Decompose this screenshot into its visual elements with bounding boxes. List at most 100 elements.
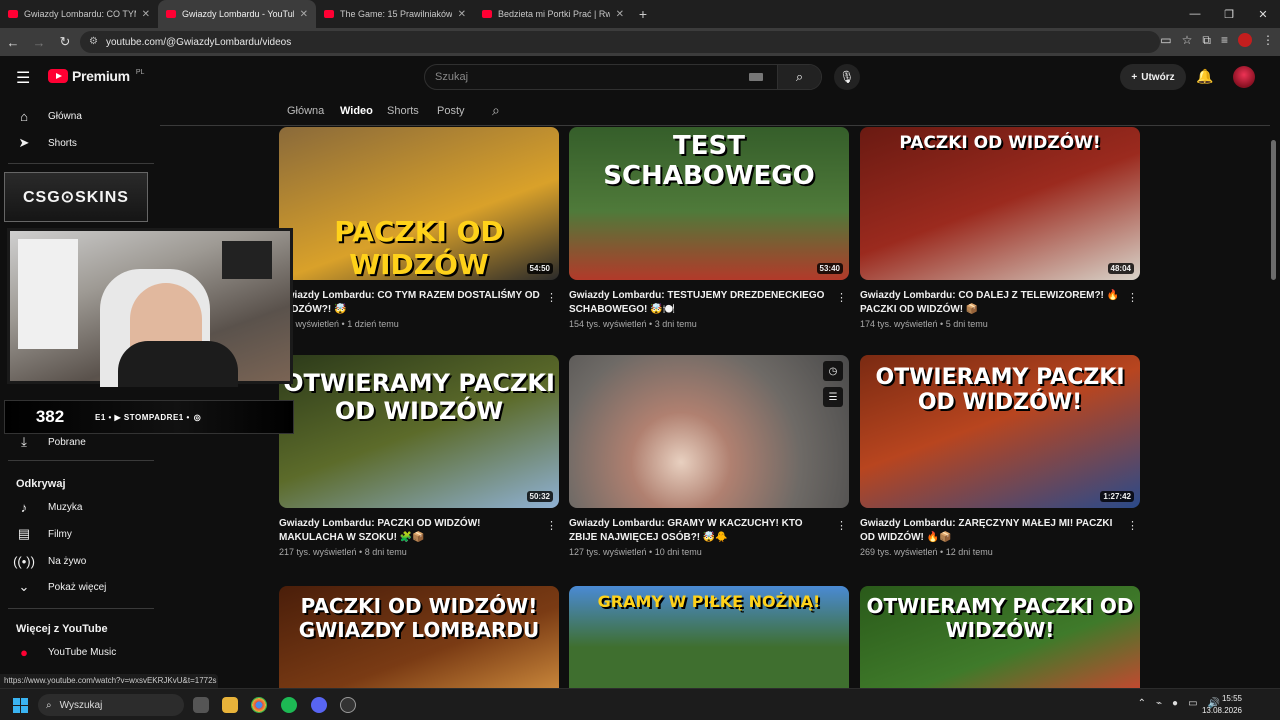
video-thumbnail[interactable]: ◷ ☰ [569, 355, 849, 508]
spotify-icon[interactable] [281, 697, 297, 713]
extensions-icon[interactable]: ⧉ [1202, 33, 1211, 48]
sidebar-item-music[interactable]: ♪ Muzyka [0, 494, 155, 520]
video-views: 154 tys. wyświetleń [569, 319, 647, 329]
back-icon[interactable]: ← [0, 35, 26, 50]
browser-toolbar: ▭ ☆ ⧉ ≡ ⋮ [1160, 33, 1274, 48]
channel-search-icon[interactable]: ⌕ [492, 102, 500, 119]
search-box[interactable]: Szukaj ⌕ [424, 64, 822, 90]
watch-later-icon[interactable]: ◷ [823, 361, 843, 381]
cast-icon[interactable]: ▭ [1160, 33, 1171, 48]
sidebar-divider [8, 163, 154, 164]
profile-icon[interactable] [1238, 33, 1252, 47]
close-tab-icon[interactable]: ✕ [300, 9, 308, 20]
task-view-icon[interactable] [193, 697, 209, 713]
network-icon[interactable]: ⌁ [1156, 698, 1162, 709]
sidebar-item-show-more[interactable]: ⌄ Pokaż więcej [0, 574, 155, 600]
add-to-queue-icon[interactable]: ☰ [823, 387, 843, 407]
video-age: 5 dni temu [945, 319, 988, 329]
search-button[interactable]: ⌕ [777, 65, 821, 89]
more-actions-icon[interactable]: ⋮ [1127, 519, 1138, 532]
more-actions-icon[interactable]: ⋮ [1127, 291, 1138, 304]
file-explorer-icon[interactable] [222, 697, 238, 713]
browser-tab-4[interactable]: Bedzieta mi Portki Prać | Rwiem ✕ [474, 0, 632, 28]
video-meta: 154 tys. wyświetleń • 3 dni temu [569, 319, 697, 329]
minimize-icon[interactable]: — [1178, 0, 1212, 28]
url-field[interactable]: ⚙ youtube.com/@GwiazdyLombardu/videos [80, 31, 1160, 53]
sidebar-item-shorts[interactable]: ➤ Shorts [0, 130, 155, 156]
search-input[interactable]: Szukaj [425, 71, 749, 83]
hamburger-menu-icon[interactable]: ☰ [16, 68, 30, 88]
tray-chevron-icon[interactable]: ⌃ [1138, 698, 1146, 709]
close-tab-icon[interactable]: ✕ [458, 9, 466, 20]
browser-tab-1[interactable]: Gwiazdy Lombardu: CO TYM RA ✕ [0, 0, 158, 28]
video-views: 127 tys. wyświetleń [569, 547, 647, 557]
video-thumbnail[interactable]: TEST SCHABOWEGO 53:40 [569, 127, 849, 280]
video-thumbnail[interactable]: PACZKI OD WIDZÓW 54:50 [279, 127, 559, 280]
close-tab-icon[interactable]: ✕ [142, 9, 150, 20]
restore-icon[interactable]: ❐ [1212, 0, 1246, 28]
thumbnail-text: OTWIERAMY PACZKI OD WIDZÓW [283, 369, 555, 425]
obs-icon[interactable] [340, 697, 356, 713]
sidebar-item-home[interactable]: ⌂ Główna [0, 103, 155, 129]
more-from-youtube-heading: Więcej z YouTube [16, 623, 108, 635]
chrome-icon[interactable] [251, 697, 267, 713]
video-thumbnail[interactable]: OTWIERAMY PACZKI OD WIDZÓW! 1:27:42 [860, 355, 1140, 508]
video-thumbnail[interactable]: OTWIERAMY PACZKI OD WIDZÓW! [860, 586, 1140, 688]
bookmark-star-icon[interactable]: ☆ [1182, 33, 1193, 48]
more-actions-icon[interactable]: ⋮ [546, 291, 557, 304]
close-window-icon[interactable]: ✕ [1246, 0, 1280, 28]
video-thumbnail[interactable]: OTWIERAMY PACZKI OD WIDZÓW 50:32 [279, 355, 559, 508]
sidebar-item-label: Główna [48, 110, 82, 122]
microphone-tray-icon[interactable]: ● [1172, 698, 1178, 709]
youtube-favicon-icon [324, 10, 334, 18]
new-tab-button[interactable]: + [632, 0, 654, 28]
menu-icon[interactable]: ⋮ [1262, 33, 1274, 48]
notifications-bell-icon[interactable]: 🔔 [1196, 68, 1213, 85]
video-duration: 50:32 [526, 491, 553, 502]
more-actions-icon[interactable]: ⋮ [836, 519, 847, 532]
taskbar-search[interactable]: ⌕ Wyszukaj [38, 694, 184, 716]
social-handle: E1 • ▶ STOMPADRE1 • ◎ [95, 413, 293, 422]
video-meta: tys. wyświetleń • 1 dzień temu [279, 319, 399, 329]
tab-home[interactable]: Główna [287, 105, 324, 117]
browser-tab-3[interactable]: The Game: 15 Prawilniaków vs ✕ [316, 0, 474, 28]
tab-posts[interactable]: Posty [437, 105, 465, 117]
close-tab-icon[interactable]: ✕ [616, 9, 624, 20]
reload-icon[interactable]: ↻ [52, 34, 78, 50]
video-thumbnail[interactable]: PACZKI OD WIDZÓW! GWIAZDY LOMBARDU [279, 586, 559, 688]
voice-search-button[interactable]: 🎙 [834, 64, 860, 90]
youtube-premium-logo[interactable]: Premium PL [48, 68, 144, 84]
sidebar-item-films[interactable]: ▤ Filmy [0, 521, 155, 547]
more-actions-icon[interactable]: ⋮ [836, 291, 847, 304]
forward-icon[interactable]: → [26, 35, 52, 50]
video-title[interactable]: Gwiazdy Lombardu: TESTUJEMY DREZDENECKIE… [569, 289, 831, 317]
video-title[interactable]: Gwiazdy Lombardu: CO TYM RAZEM DOSTALIŚM… [279, 289, 541, 317]
video-thumbnail[interactable]: PACZKI OD WIDZÓW! 48:04 [860, 127, 1140, 280]
sidebar-item-live[interactable]: ((•)) Na żywo [0, 548, 155, 574]
video-title[interactable]: Gwiazdy Lombardu: ZARĘCZYNY MAŁEJ MI! PA… [860, 517, 1122, 545]
video-title[interactable]: Gwiazdy Lombardu: GRAMY W KACZUCHY! KTO … [569, 517, 831, 545]
display-icon[interactable]: ▭ [1188, 698, 1197, 709]
media-icon[interactable]: ≡ [1221, 33, 1228, 48]
webcam-poster [222, 241, 272, 279]
subscriber-count: 382 [35, 407, 65, 426]
sidebar-item-youtube-music[interactable]: ● YouTube Music [0, 639, 155, 665]
account-avatar[interactable] [1233, 66, 1255, 88]
window-controls: — ❐ ✕ [1178, 0, 1280, 28]
windows-start-icon[interactable] [13, 698, 28, 713]
clock[interactable]: 15:55 13.08.2026 [1202, 693, 1242, 717]
more-actions-icon[interactable]: ⋮ [546, 519, 557, 532]
keyboard-icon[interactable] [749, 73, 763, 81]
create-button[interactable]: + Utwórz [1120, 64, 1186, 90]
page-scrollbar[interactable] [1271, 140, 1276, 280]
site-info-icon[interactable]: ⚙ [89, 36, 98, 47]
tab-title: Gwiazdy Lombardu - YouTube [182, 9, 294, 19]
tab-shorts[interactable]: Shorts [387, 105, 419, 117]
discord-icon[interactable] [311, 697, 327, 713]
video-title[interactable]: Gwiazdy Lombardu: CO DALEJ Z TELEWIZOREM… [860, 289, 1122, 317]
tab-videos[interactable]: Wideo [340, 105, 373, 117]
browser-tab-2[interactable]: Gwiazdy Lombardu - YouTube ✕ [158, 0, 316, 28]
video-title[interactable]: Gwiazdy Lombardu: PACZKI OD WIDZÓW! MAKU… [279, 517, 541, 545]
video-thumbnail[interactable]: GRAMY W PIŁKĘ NOŻNĄ! [569, 586, 849, 688]
sidebar-item-label: YouTube Music [48, 646, 117, 658]
